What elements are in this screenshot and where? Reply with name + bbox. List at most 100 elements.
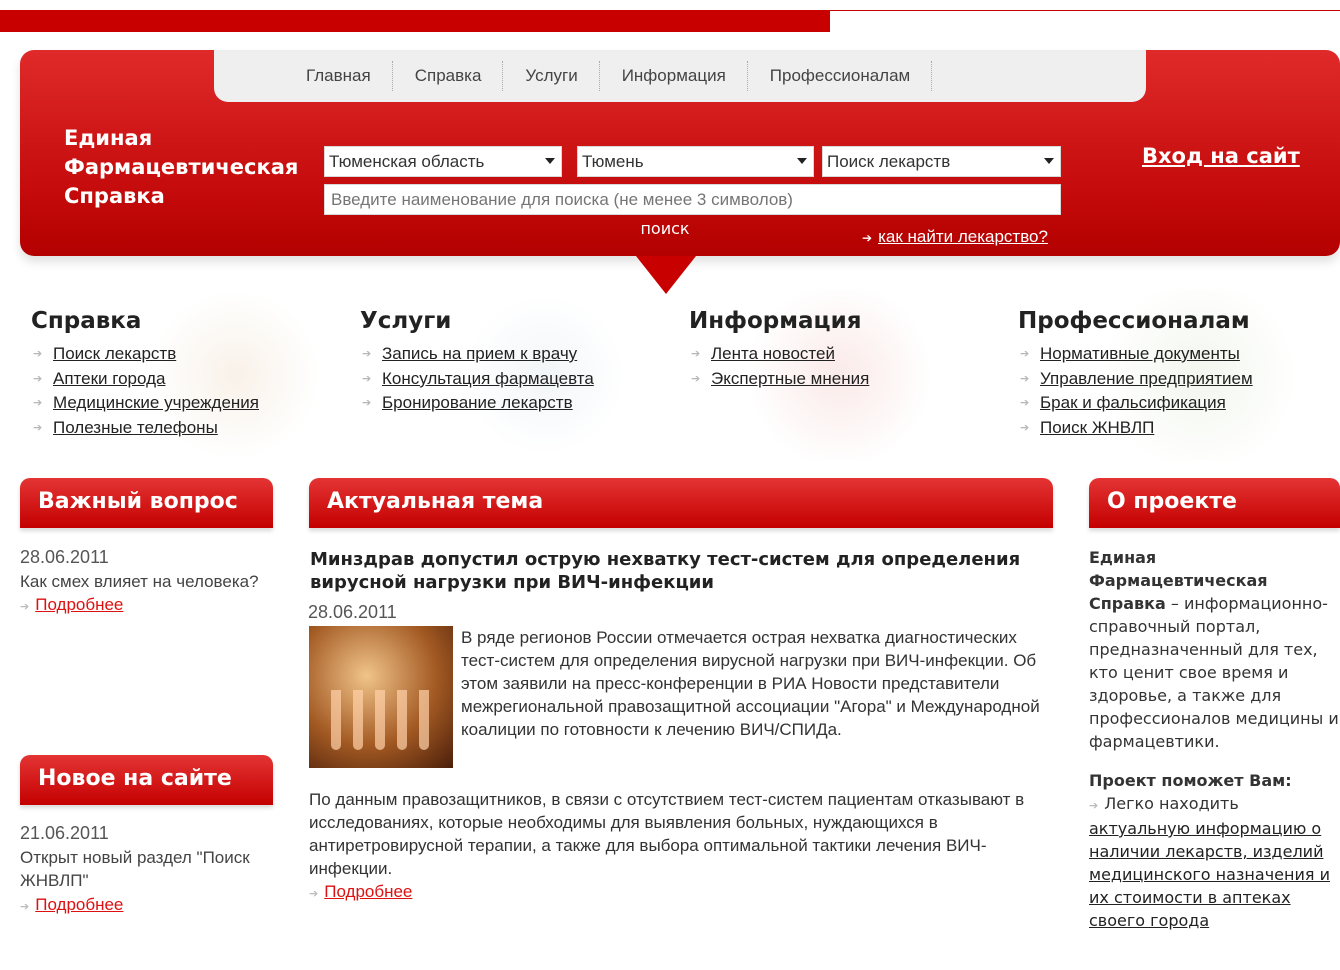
bullet-arrow-icon: ➔	[33, 421, 43, 434]
article-date: 28.06.2011	[308, 602, 397, 622]
list-item: ➔ Аптеки города	[31, 367, 259, 392]
nav-item-information[interactable]: Информация	[600, 61, 748, 91]
more-wrap: ➔ Подробнее	[20, 893, 285, 920]
help-item-text: Легко находить	[1104, 794, 1239, 813]
list-item: ➔ Медицинские учреждения	[31, 391, 259, 416]
important-question-header: Важный вопрос	[20, 478, 273, 528]
city-select-value: Тюмень	[582, 152, 644, 171]
about-text: Единая Фармацевтическая Справка – информ…	[1089, 546, 1339, 753]
how-to-find-link[interactable]: как найти лекарство?	[878, 227, 1048, 246]
search-arrow-shape	[636, 256, 696, 294]
bullet-arrow-icon: ➔	[309, 888, 319, 900]
search-type-select[interactable]: Поиск лекарств	[822, 146, 1061, 177]
help-title: Проект поможет Вам:	[1089, 771, 1292, 790]
top-red-stripe	[0, 10, 830, 32]
category-link[interactable]: Полезные телефоны	[53, 418, 218, 437]
logo-line: Фармацевтическая	[64, 155, 299, 179]
category-information: Информация ➔ Лента новостей ➔ Экспертные м…	[689, 308, 869, 391]
list-item: ➔ Бронирование лекарств	[360, 391, 594, 416]
category-services: Услуги ➔ Запись на прием к врачу ➔ Консуль…	[360, 308, 594, 416]
list-item: ➔ Нормативные документы	[1018, 342, 1253, 367]
bullet-arrow-icon: ➔	[20, 900, 30, 913]
bullet-arrow-icon: ➔	[362, 372, 372, 385]
test-tube-shape	[375, 690, 385, 750]
search-button[interactable]: поиск	[612, 216, 718, 240]
article-title[interactable]: Минздрав допустил острую нехватку тест-с…	[310, 548, 1050, 594]
list-item: ➔ Управление предприятием	[1018, 367, 1253, 392]
category-link[interactable]: Управление предприятием	[1040, 369, 1253, 388]
bullet-arrow-icon: ➔	[33, 397, 43, 410]
bullet-arrow-icon: ➔	[691, 348, 701, 360]
bullet-arrow-icon: ➔	[1020, 421, 1030, 434]
list-item: ➔ Полезные телефоны	[31, 416, 259, 441]
category-link[interactable]: Медицинские учреждения	[53, 393, 259, 412]
test-tube-shape	[353, 690, 363, 750]
site-logo[interactable]: Единая Фармацевтическая Справка	[64, 124, 304, 211]
about-project-header: О проекте	[1089, 478, 1340, 528]
list-item: ➔ Лента новостей	[689, 342, 869, 367]
about-project: Единая Фармацевтическая Справка – информ…	[1089, 546, 1339, 932]
new-on-site-header: Новое на сайте	[20, 755, 273, 805]
list-item: ➔ Экспертные мнения	[689, 367, 869, 392]
more-link[interactable]: Подробнее	[35, 595, 123, 614]
category-title: Профессионалам	[1018, 308, 1250, 334]
category-title: Услуги	[360, 308, 452, 334]
region-select[interactable]: Тюменская область	[324, 146, 562, 177]
category-professionals: Профессионалам ➔ Нормативные документы ➔ У…	[1018, 308, 1253, 440]
test-tube-shape	[419, 690, 429, 750]
category-link[interactable]: Экспертные мнения	[711, 369, 869, 388]
about-desc: – информационно-справочный портал, предн…	[1089, 594, 1339, 751]
article-lead: В ряде регионов России отмечается острая…	[461, 628, 1040, 739]
list-item: ➔ Поиск ЖНВЛП	[1018, 416, 1253, 441]
category-link[interactable]: Аптеки города	[53, 369, 165, 388]
important-question-item: 28.06.2011 Как смех влияет на человека? …	[20, 546, 280, 620]
article-image	[309, 626, 453, 768]
bullet-arrow-icon: ➔	[1020, 348, 1030, 360]
category-title: Справка	[31, 308, 142, 334]
news-text: Открыт новый раздел "Поиск ЖНВЛП"	[20, 847, 250, 891]
chevron-down-icon	[545, 158, 555, 164]
search-input[interactable]	[324, 184, 1061, 215]
category-title: Информация	[689, 308, 862, 334]
current-topic-header: Актуальная тема	[309, 478, 1053, 528]
bullet-arrow-icon: ➔	[691, 372, 701, 385]
login-link[interactable]: Вход на сайт	[1142, 144, 1300, 168]
category-link[interactable]: Запись на прием к врачу	[382, 344, 577, 363]
nav-item-services[interactable]: Услуги	[503, 61, 600, 91]
nav-item-home[interactable]: Главная	[294, 61, 393, 91]
category-link[interactable]: Брак и фальсификация	[1040, 393, 1226, 412]
chevron-down-icon	[797, 158, 807, 164]
category-link[interactable]: Поиск лекарств	[53, 344, 176, 363]
region-select-value: Тюменская область	[329, 152, 485, 171]
logo-line: Единая	[64, 126, 153, 150]
category-link[interactable]: Лента новостей	[711, 344, 835, 363]
bullet-arrow-icon: ➔	[362, 348, 372, 360]
category-link[interactable]: Бронирование лекарств	[382, 393, 573, 412]
test-tube-shape	[397, 690, 407, 750]
article-body: По данным правозащитников, в связи с отс…	[309, 790, 1025, 878]
category-link[interactable]: Нормативные документы	[1040, 344, 1240, 363]
nav-item-professionals[interactable]: Профессионалам	[748, 61, 933, 91]
category-reference: Справка ➔ Поиск лекарств ➔ Аптеки города ➔…	[31, 308, 259, 440]
list-item: ➔ Консультация фармацевта	[360, 367, 594, 392]
article-more-link[interactable]: Подробнее	[324, 882, 412, 901]
category-link[interactable]: Поиск ЖНВЛП	[1040, 418, 1154, 437]
top-red-line	[830, 10, 1340, 11]
city-select[interactable]: Тюмень	[577, 146, 814, 177]
more-wrap: ➔ Подробнее	[20, 593, 280, 620]
how-to-find-link-wrap: ➔ как найти лекарство?	[862, 227, 1048, 247]
logo-line: Справка	[64, 184, 165, 208]
chevron-down-icon	[1044, 158, 1054, 164]
news-text: Как смех влияет на человека?	[20, 571, 259, 591]
help-item: ➔ Легко находить	[1089, 792, 1339, 817]
list-item: ➔ Поиск лекарств	[31, 342, 259, 367]
nav-item-reference[interactable]: Справка	[393, 61, 504, 91]
bullet-arrow-icon: ➔	[20, 601, 30, 613]
list-item: ➔ Запись на прием к врачу	[360, 342, 594, 367]
new-on-site-item: 21.06.2011 Открыт новый раздел "Поиск ЖН…	[20, 822, 285, 919]
help-link[interactable]: актуальную информацию о наличии лекарств…	[1089, 819, 1330, 930]
list-item: ➔ Брак и фальсификация	[1018, 391, 1253, 416]
category-link[interactable]: Консультация фармацевта	[382, 369, 594, 388]
more-link[interactable]: Подробнее	[35, 895, 123, 914]
bullet-arrow-icon: ➔	[1020, 397, 1030, 410]
